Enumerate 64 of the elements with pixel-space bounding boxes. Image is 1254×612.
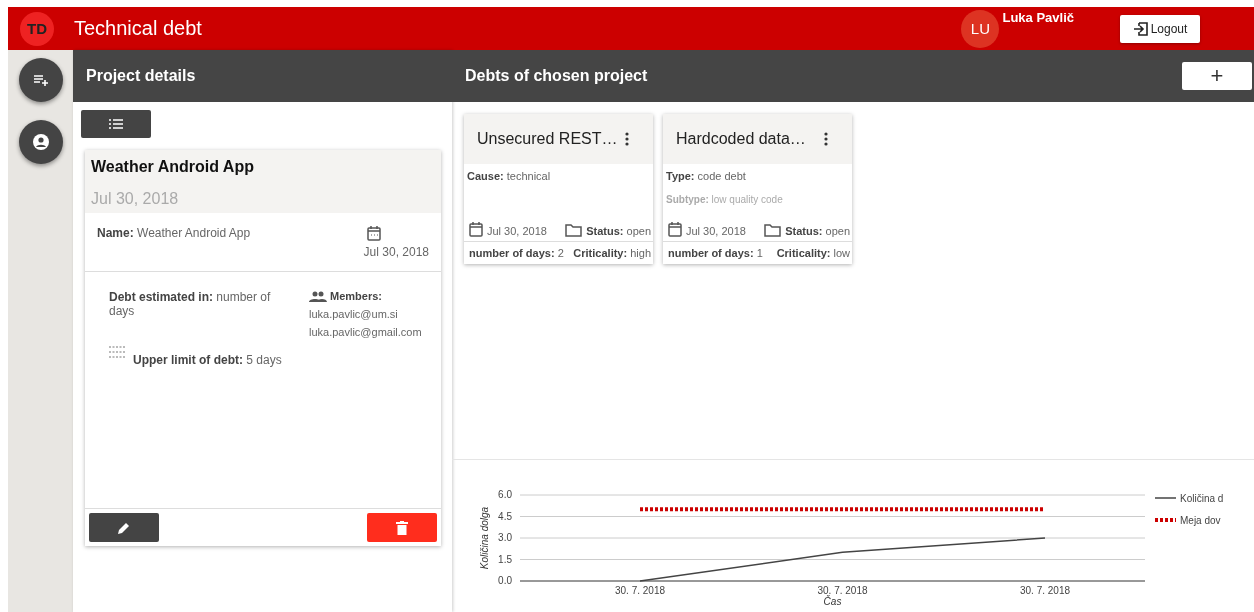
debt-criticality: Criticality: low [776,247,850,259]
y-tick-label: 0.0 [498,575,512,586]
y-tick-label: 6.0 [498,489,512,500]
name-field: Name: Weather Android App [97,226,251,259]
created-date: Jul 30, 2018 [363,245,429,259]
member-email: luka.pavlic@gmail.com [309,326,423,338]
x-tick-label: 30. 7. 2018 [817,585,868,596]
debt-status: Status: open [785,225,850,237]
debt-date: Jul 30, 2018 [686,225,746,237]
avatar[interactable]: LU [961,9,1000,48]
logout-button[interactable]: Logout [1120,14,1200,43]
account-button[interactable] [18,120,63,164]
member-email: luka.pavlic@um.si [309,308,399,320]
debt-card[interactable]: Unsecured REST… Cause: technical Jul 30, 2018 Status: open number of days: 2 Criticality: high [464,114,653,264]
debt-card[interactable]: Hardcoded data… Type: code debt Subtype: low quality code Jul 30, 2018 Status: open number of days: 1 Criticality: low [663,114,852,264]
edit-button[interactable] [89,513,159,542]
debt-days: number of days: 1 [668,247,763,259]
logout-icon [1132,20,1149,37]
debt-field: Cause: technical [467,170,650,182]
x-axis-title: Čas [823,596,842,607]
debt-criticality: Criticality: high [573,247,651,259]
trash-icon [396,520,408,535]
folder-icon [764,224,782,237]
debt-title: Unsecured REST… [477,130,618,148]
debt-field: Type: code debt [666,170,849,182]
project-name: Weather Android App [91,158,255,176]
more-icon[interactable] [824,132,828,146]
y-axis-title: Količina dolga [479,506,490,570]
project-date: Jul 30, 2018 [91,190,180,208]
x-tick-label: 30. 7. 2018 [1020,585,1070,596]
list-button[interactable] [81,110,151,138]
panel-title: Project details [86,67,196,85]
user-name: Luka Pavlič [1002,10,1074,25]
debt-title: Hardcoded data… [676,130,806,148]
pencil-icon [117,520,131,535]
playlist-add-icon [32,72,49,88]
legend-label: Meja dov [1180,515,1221,526]
calendar-icon [469,222,483,237]
y-tick-label: 3.0 [498,532,512,543]
panel-title: Debts of chosen project [465,67,648,85]
estimate-field: Debt estimated in: number of days [109,290,284,318]
debt-field: Subtype: low quality code [666,194,849,205]
app-title: Technical debt [74,17,202,40]
debt-date: Jul 30, 2018 [487,225,547,237]
debt-days: number of days: 2 [469,247,564,259]
delete-button[interactable] [367,513,437,542]
add-list-button[interactable] [18,58,63,102]
calendar-icon [366,226,381,241]
members-label: Members: [330,290,382,302]
people-icon [309,291,327,302]
logo-icon: TD [20,11,54,46]
y-tick-label: 4.5 [498,510,512,522]
add-debt-button[interactable]: + [1182,62,1252,90]
legend-swatch [1155,518,1176,522]
folder-icon [565,224,583,237]
more-icon[interactable] [625,132,629,146]
x-tick-label: 30. 7. 2018 [615,585,665,596]
legend-label: Količina d [1180,493,1224,504]
calendar-icon [668,222,682,237]
y-tick-label: 1.5 [498,553,512,565]
debt-status: Status: open [586,225,651,237]
upper-limit-field: Upper limit of debt: 5 days [133,353,282,367]
account-circle-icon [31,133,50,151]
list-icon [109,119,123,129]
